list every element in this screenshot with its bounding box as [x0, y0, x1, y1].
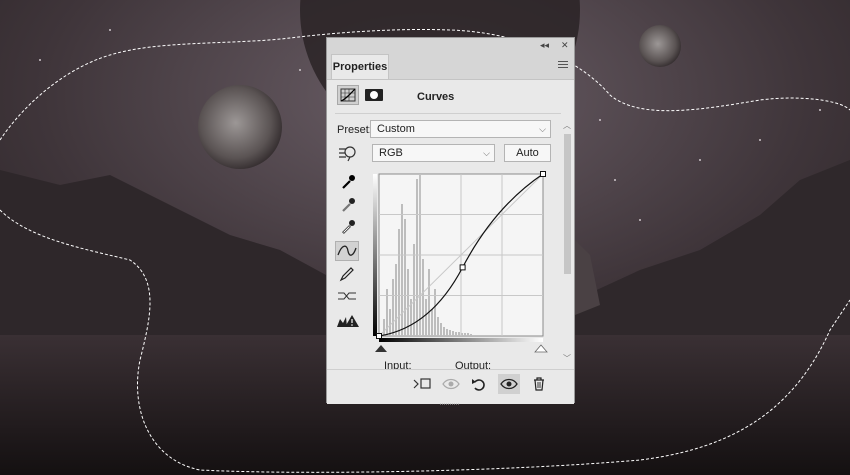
scrollbar-thumb[interactable]	[564, 134, 571, 274]
clip-to-layer-icon[interactable]	[411, 374, 433, 394]
chevron-down-icon: ⌵	[483, 148, 490, 158]
white-input-slider[interactable]	[534, 344, 548, 353]
curves-adjustment-icon[interactable]	[337, 85, 359, 105]
panel-titlebar: ◂◂ ✕	[327, 38, 574, 52]
properties-panel: ◂◂ ✕ Properties Curves Preset: Custom ⌵ …	[326, 37, 575, 405]
panel-resize-grip[interactable]	[440, 397, 460, 405]
reset-adjustment-icon[interactable]	[468, 374, 490, 394]
clipping-warning-icon[interactable]	[335, 311, 359, 331]
channel-value: RGB	[379, 147, 403, 159]
channel-dropdown[interactable]: RGB ⌵	[372, 144, 495, 162]
draw-curve-pencil-icon[interactable]	[335, 264, 359, 284]
collapse-panel-button[interactable]: ◂◂	[540, 38, 549, 52]
preset-value: Custom	[377, 123, 415, 135]
black-point-eyedropper-icon[interactable]	[335, 172, 359, 192]
targeted-adjustment-icon[interactable]	[335, 143, 359, 163]
view-previous-state-icon[interactable]	[440, 374, 462, 394]
curve-control-point[interactable]	[376, 333, 382, 339]
black-input-slider[interactable]	[375, 345, 387, 352]
scroll-up-icon[interactable]: ︿	[563, 120, 571, 131]
preset-dropdown[interactable]: Custom ⌵	[370, 120, 551, 138]
output-gradient-bar	[373, 174, 377, 336]
panel-scrollbar[interactable]: ︿ ﹀	[563, 120, 572, 365]
panel-menu-icon[interactable]	[558, 61, 568, 70]
layer-mask-icon[interactable]	[363, 85, 385, 105]
scroll-down-icon[interactable]: ﹀	[563, 353, 571, 364]
close-panel-button[interactable]: ✕	[561, 38, 569, 52]
panel-tab-row: Properties	[327, 52, 574, 80]
curve-control-point[interactable]	[459, 264, 466, 271]
smooth-curve-icon[interactable]	[335, 286, 359, 306]
delete-layer-trash-icon[interactable]	[528, 374, 550, 394]
gray-point-eyedropper-icon[interactable]	[335, 195, 359, 215]
header-divider	[335, 113, 561, 114]
chevron-down-icon: ⌵	[539, 124, 546, 134]
adjustment-title: Curves	[417, 91, 455, 103]
input-gradient-bar	[379, 338, 543, 342]
edit-points-curve-icon[interactable]	[335, 241, 359, 261]
auto-button[interactable]: Auto	[504, 144, 551, 162]
toggle-visibility-eye-icon[interactable]	[498, 374, 520, 394]
tab-properties[interactable]: Properties	[331, 54, 389, 79]
preset-label: Preset:	[337, 124, 372, 136]
curve-control-point[interactable]	[540, 171, 546, 177]
curves-graph[interactable]	[373, 169, 549, 353]
white-point-eyedropper-icon[interactable]	[335, 217, 359, 237]
